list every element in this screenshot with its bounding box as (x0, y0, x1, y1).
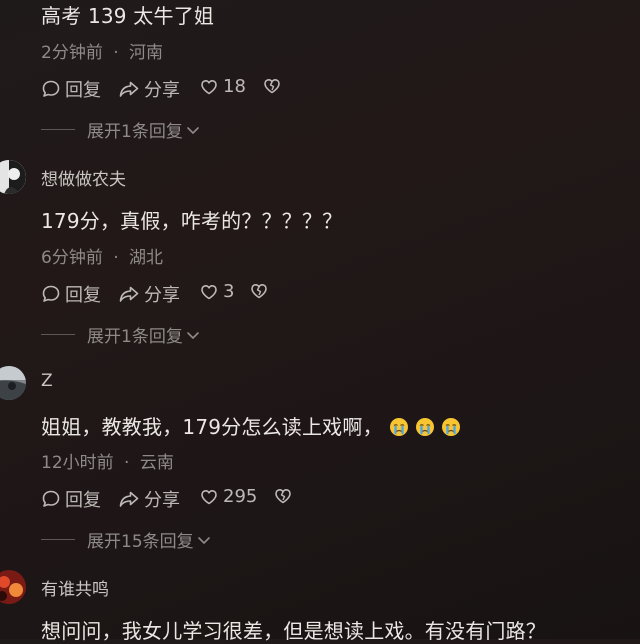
username[interactable]: 有谁共鸣 (41, 575, 109, 600)
like-count: 295 (223, 486, 258, 507)
comment-text-body: 姐姐，教教我，179分怎么读上戏啊， (41, 415, 383, 439)
expand-replies-button[interactable]: 展开1条回复 (41, 117, 201, 142)
username[interactable]: 想做做农夫 (41, 165, 126, 190)
chevron-down-icon (187, 331, 199, 339)
like-button[interactable]: 295 (199, 486, 257, 507)
comment-location: 河南 (129, 43, 164, 63)
share-arrow-icon (119, 81, 139, 97)
reply-label: 回复 (65, 80, 101, 101)
heart-icon (201, 489, 217, 504)
avatar[interactable] (0, 160, 26, 194)
like-count: 18 (223, 76, 246, 97)
comment-text: 想问问，我女儿学习很差，但是想读上戏。有没有门路？ (41, 619, 546, 643)
comment-bubble-icon (42, 285, 60, 302)
expand-replies-label: 展开1条回复 (87, 122, 183, 142)
reply-button[interactable]: 回复 (41, 486, 101, 512)
avatar-image (0, 366, 26, 400)
dislike-button[interactable] (273, 486, 293, 506)
avatar-image (0, 570, 26, 604)
share-label: 分享 (144, 285, 180, 306)
comment-bubble-icon (42, 80, 60, 97)
comment-location: 湖北 (129, 248, 164, 268)
broken-heart-icon (251, 284, 267, 299)
comment-meta: 6分钟前 · 湖北 (41, 243, 163, 268)
expand-divider (41, 334, 75, 335)
share-button[interactable]: 分享 (118, 76, 180, 102)
reply-label: 回复 (65, 285, 101, 306)
crying-face-icon (415, 418, 434, 436)
crying-face-icon (389, 418, 408, 436)
share-button[interactable]: 分享 (118, 281, 180, 307)
chevron-down-icon (187, 126, 199, 134)
heart-icon (201, 79, 217, 94)
share-label: 分享 (144, 80, 180, 101)
comment-text: 高考 139 太牛了姐 (41, 4, 215, 28)
username[interactable]: Z (41, 371, 53, 391)
share-arrow-icon (119, 286, 139, 302)
avatar-image (0, 160, 26, 194)
reply-button[interactable]: 回复 (41, 76, 101, 102)
expand-replies-button[interactable]: 展开15条回复 (41, 527, 212, 552)
comment-meta: 12小时前 · 云南 (41, 448, 174, 473)
meta-separator: · (113, 248, 119, 268)
broken-heart-icon (275, 489, 291, 504)
comment-time: 6分钟前 (41, 248, 103, 268)
reply-button[interactable]: 回复 (41, 281, 101, 307)
expand-divider (41, 539, 75, 540)
expand-divider (41, 129, 75, 130)
chevron-down-icon (197, 536, 210, 544)
like-button[interactable]: 3 (199, 281, 234, 302)
avatar[interactable] (0, 366, 26, 400)
comment-location: 云南 (139, 453, 174, 473)
comment-text: 姐姐，教教我，179分怎么读上戏啊， (41, 411, 461, 440)
reply-label: 回复 (65, 490, 101, 511)
comment-time: 12小时前 (41, 453, 114, 473)
dislike-button[interactable] (262, 76, 282, 96)
expand-replies-label: 展开1条回复 (87, 327, 183, 347)
expand-replies-button[interactable]: 展开1条回复 (41, 322, 201, 347)
share-button[interactable]: 分享 (118, 486, 180, 512)
like-button[interactable]: 18 (199, 76, 246, 97)
comment-text: 179分，真假，咋考的？？？？？ (41, 209, 343, 233)
broken-heart-icon (264, 79, 280, 94)
expand-replies-label: 展开15条回复 (87, 532, 194, 552)
comment-time: 2分钟前 (41, 43, 103, 63)
comment-meta: 2分钟前 · 河南 (41, 38, 163, 63)
dislike-button[interactable] (249, 281, 269, 301)
like-count: 3 (223, 281, 235, 302)
share-label: 分享 (144, 490, 180, 511)
avatar[interactable] (0, 570, 26, 604)
comment-bubble-icon (42, 490, 60, 507)
meta-separator: · (113, 43, 119, 63)
heart-icon (201, 284, 217, 299)
share-arrow-icon (119, 491, 139, 507)
crying-face-icon (441, 418, 460, 436)
meta-separator: · (124, 453, 130, 473)
